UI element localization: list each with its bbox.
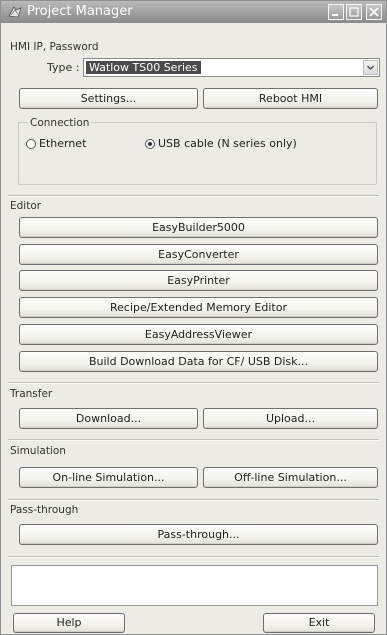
message-area	[11, 565, 378, 606]
window-title: Project Manager	[27, 4, 133, 19]
project-manager-app-icon	[8, 6, 22, 18]
type-label: Type :	[47, 61, 80, 74]
usb-cable-radio-label[interactable]: USB cable (N series only)	[158, 137, 297, 150]
easybuilder5000-button[interactable]: EasyBuilder5000	[19, 217, 378, 238]
settings-button[interactable]: Settings...	[19, 88, 198, 109]
chevron-down-icon	[366, 65, 375, 71]
help-button[interactable]: Help	[13, 613, 125, 633]
transfer-section-label: Transfer	[10, 388, 53, 400]
easyprinter-button[interactable]: EasyPrinter	[19, 270, 378, 291]
project-manager-window: Project Manager HMI IP, Password Type : …	[0, 0, 387, 635]
separator	[8, 556, 379, 558]
close-icon	[369, 7, 379, 17]
connection-group	[18, 122, 377, 185]
connection-label: Connection	[28, 117, 92, 129]
upload-button[interactable]: Upload...	[203, 408, 378, 429]
dropdown-button[interactable]	[363, 60, 378, 75]
hmi-type-value: Watlow TS00 Series	[86, 61, 201, 74]
exit-button[interactable]: Exit	[263, 613, 375, 633]
reboot-hmi-button[interactable]: Reboot HMI	[203, 88, 378, 109]
easyaddressviewer-button[interactable]: EasyAddressViewer	[19, 324, 378, 345]
separator	[8, 439, 379, 441]
online-simulation-button[interactable]: On-line Simulation...	[19, 467, 198, 488]
close-button[interactable]	[366, 4, 382, 20]
passthrough-button[interactable]: Pass-through...	[19, 524, 378, 545]
minimize-icon	[332, 14, 338, 16]
simulation-section-label: Simulation	[10, 445, 66, 457]
minimize-button[interactable]	[328, 4, 344, 20]
download-button[interactable]: Download...	[19, 408, 198, 429]
build-download-data-button[interactable]: Build Download Data for CF/ USB Disk...	[19, 351, 378, 372]
editor-section-label: Editor	[10, 200, 42, 212]
hmi-section-label: HMI IP, Password	[10, 41, 99, 53]
separator	[8, 382, 379, 384]
ethernet-radio-label[interactable]: Ethernet	[39, 137, 86, 150]
usb-cable-radio[interactable]	[145, 139, 155, 149]
hmi-type-select[interactable]: Watlow TS00 Series	[83, 58, 380, 77]
radio-selected-dot	[148, 142, 152, 146]
passthrough-section-label: Pass-through	[10, 504, 79, 516]
title-bar[interactable]: Project Manager	[1, 1, 386, 23]
maximize-icon	[349, 7, 359, 17]
separator	[8, 195, 379, 197]
offline-simulation-button[interactable]: Off-line Simulation...	[203, 467, 378, 488]
ethernet-radio[interactable]	[26, 139, 36, 149]
recipe-memory-editor-button[interactable]: Recipe/Extended Memory Editor	[19, 297, 378, 318]
maximize-button[interactable]	[346, 4, 362, 20]
easyconverter-button[interactable]: EasyConverter	[19, 244, 378, 265]
separator	[8, 499, 379, 501]
